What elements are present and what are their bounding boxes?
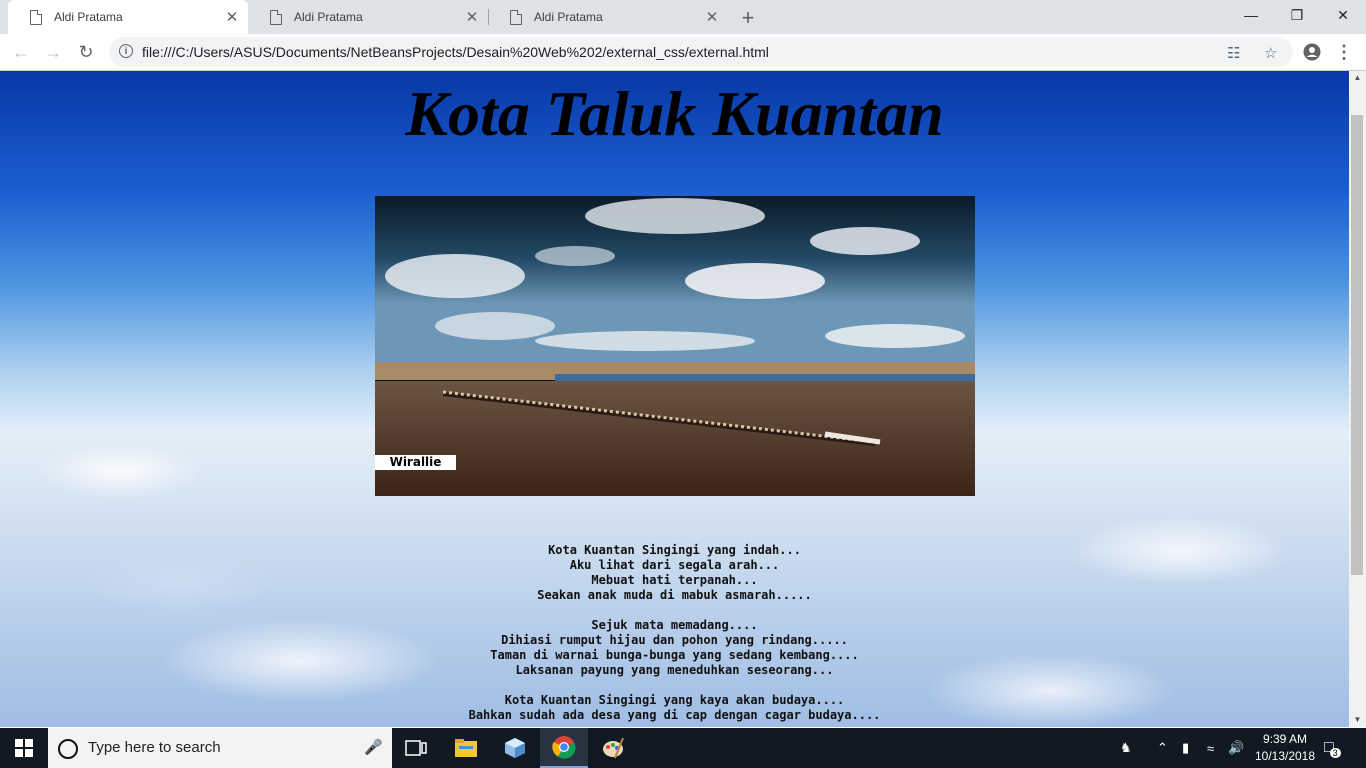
- tab-close-icon[interactable]: ✕: [224, 8, 240, 26]
- page-scrollbar[interactable]: ▲ ▼: [1349, 71, 1366, 727]
- notification-icon[interactable]: □ 3: [1324, 728, 1341, 768]
- poem-line: Sejuk mata memadang....: [591, 618, 758, 632]
- taskbar-search-box[interactable]: Type here to search 🎤: [48, 728, 392, 768]
- cortana-icon: [58, 739, 78, 759]
- notification-count-badge: 3: [1329, 748, 1341, 758]
- boat-race-photo: [375, 196, 975, 496]
- tab-title: Aldi Pratama: [294, 10, 363, 24]
- forward-arrow-icon[interactable]: →: [41, 40, 65, 64]
- chevron-up-icon[interactable]: ⌃: [1157, 728, 1168, 768]
- back-arrow-icon[interactable]: ←: [9, 40, 33, 64]
- restore-button[interactable]: ❐: [1274, 0, 1320, 30]
- poem-line: Seakan anak muda di mabuk asmarah.....: [537, 588, 812, 602]
- taskbar-clock[interactable]: 9:39 AM 10/13/2018: [1248, 731, 1322, 765]
- reload-icon[interactable]: ↻: [74, 40, 98, 64]
- poem-text: Kota Kuantan Singingi yang indah... Aku …: [0, 543, 1349, 723]
- tab-close-icon[interactable]: ✕: [464, 8, 480, 26]
- chrome-icon[interactable]: [540, 728, 588, 768]
- tab-2[interactable]: Aldi Pratama ✕: [248, 0, 488, 34]
- tab-title: Aldi Pratama: [54, 10, 123, 24]
- poem-line: Kota Kuantan Singingi yang indah...: [548, 543, 801, 557]
- clock-time: 9:39 AM: [1262, 732, 1308, 746]
- search-placeholder: Type here to search: [88, 739, 221, 756]
- volume-icon[interactable]: 🔊: [1228, 728, 1244, 768]
- info-icon[interactable]: i: [119, 44, 133, 58]
- scroll-up-icon[interactable]: ▲: [1349, 71, 1366, 85]
- tab-3[interactable]: Aldi Pratama ✕: [488, 0, 728, 34]
- profile-avatar-icon[interactable]: [1300, 40, 1324, 64]
- menu-dots-icon[interactable]: ⋮: [1332, 40, 1356, 64]
- tab-1[interactable]: Aldi Pratama ✕: [8, 0, 248, 34]
- scroll-down-icon[interactable]: ▼: [1349, 713, 1366, 727]
- battery-icon[interactable]: ▮: [1182, 728, 1189, 768]
- 3d-box-app-icon[interactable]: [491, 728, 539, 768]
- document-icon: [270, 9, 282, 25]
- poem-line: Dihiasi rumput hijau dan pohon yang rind…: [501, 633, 848, 647]
- tab-strip: Aldi Pratama ✕ Aldi Pratama ✕ Aldi Prata…: [0, 0, 1366, 34]
- address-bar[interactable]: i file:///C:/Users/ASUS/Documents/NetBea…: [109, 37, 1293, 67]
- poem-line: Aku lihat dari segala arah...: [569, 558, 780, 572]
- poem-line: Mebuat hati terpanah...: [591, 573, 758, 587]
- scrollbar-thumb[interactable]: [1351, 115, 1363, 575]
- poem-line: Laksanan payung yang meneduhkan seseoran…: [515, 663, 834, 677]
- new-tab-button[interactable]: +: [737, 5, 759, 31]
- windows-start-icon[interactable]: [0, 728, 48, 768]
- clock-date: 10/13/2018: [1254, 749, 1316, 763]
- microphone-icon[interactable]: 🎤: [364, 738, 383, 756]
- file-explorer-icon[interactable]: [442, 728, 490, 768]
- wifi-icon[interactable]: ≈: [1207, 728, 1214, 768]
- window-close-button[interactable]: ✕: [1320, 0, 1366, 30]
- page-heading: Kota Taluk Kuantan: [405, 78, 944, 149]
- paint-app-icon[interactable]: [589, 728, 637, 768]
- tab-close-icon[interactable]: ✕: [704, 8, 720, 26]
- translate-icon[interactable]: ☷: [1227, 44, 1240, 62]
- document-icon: [30, 9, 42, 25]
- poem-line: Taman di warnai bunga-bunga yang sedang …: [490, 648, 859, 662]
- bookmark-star-icon[interactable]: ☆: [1264, 44, 1277, 62]
- url-text[interactable]: file:///C:/Users/ASUS/Documents/NetBeans…: [142, 44, 769, 60]
- page-body: Kota Taluk Kuantan Wirallie Kota Kuantan…: [0, 71, 1349, 727]
- photo-caption: Wirallie: [375, 455, 456, 470]
- people-icon[interactable]: ♞: [1120, 728, 1132, 768]
- poem-line: [0, 603, 1349, 618]
- poem-line: Kota Kuantan Singingi yang kaya akan bud…: [504, 693, 845, 707]
- task-view-icon[interactable]: [392, 728, 440, 768]
- poem-line: Bahkan sudah ada desa yang di cap dengan…: [468, 708, 881, 722]
- poem-line: [0, 678, 1349, 693]
- taskbar: Type here to search 🎤 ♞ ⌃ ▮ ≈ 🔊 9:39 AM …: [0, 728, 1366, 768]
- tab-title: Aldi Pratama: [534, 10, 603, 24]
- minimize-button[interactable]: —: [1228, 0, 1274, 30]
- document-icon: [510, 9, 522, 25]
- browser-toolbar: ← → ↻ i file:///C:/Users/ASUS/Documents/…: [0, 34, 1366, 71]
